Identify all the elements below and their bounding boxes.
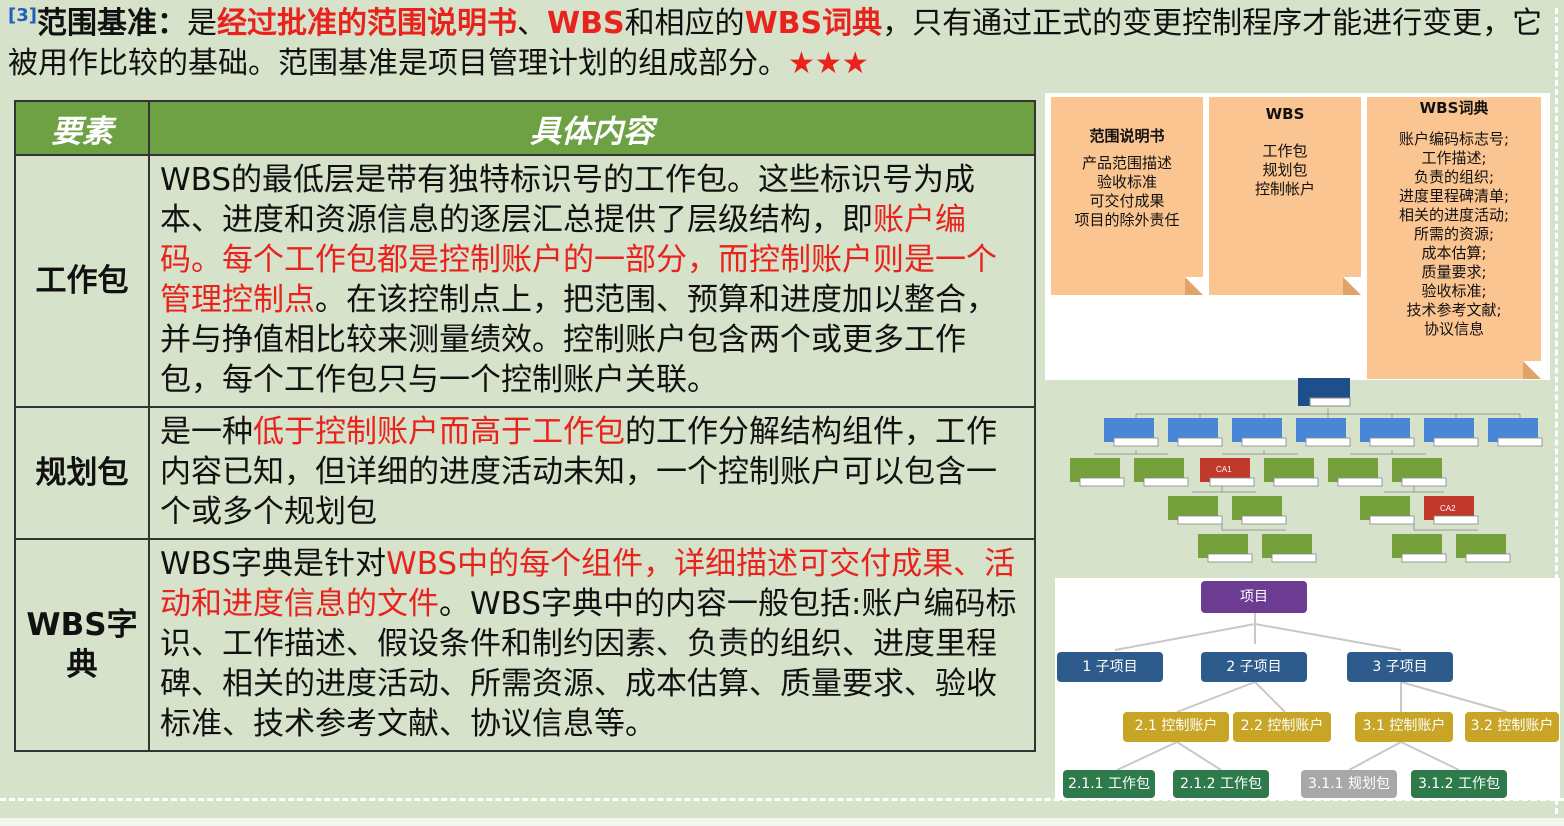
work-package-node: 2.1.2 工作包	[1173, 770, 1269, 798]
card-item: 技术参考文献;	[1406, 301, 1502, 319]
row-key: 规划包	[14, 406, 150, 540]
card-item: 进度里程碑清单;	[1398, 187, 1510, 205]
tree-root-node	[1298, 378, 1351, 407]
card-item: 负责的组织;	[1413, 168, 1495, 186]
card-item: 成本估算;	[1421, 244, 1487, 262]
content-text: WBS的最低层是带有独特标识号的工作包。这些标识号为成本、进度和资源信息的逐层汇…	[160, 162, 976, 238]
heading-highlight-3: WBS词典	[744, 6, 883, 41]
ca1-label: CA1	[1216, 465, 1232, 474]
wbs-tree-diagram: CA1 CA2	[1070, 378, 1543, 563]
content-text: WBS字典是针对	[160, 546, 387, 582]
card-title: 范围说明书	[1089, 127, 1165, 145]
card-item: 工作描述;	[1421, 149, 1487, 167]
card-item: 所需的资源;	[1413, 225, 1495, 243]
control-account-node: 2.1 控制账户	[1123, 712, 1229, 742]
card-item: 验收标准	[1096, 173, 1157, 191]
card-item: 项目的除外责任	[1074, 211, 1180, 229]
column-header-element: 要素	[14, 100, 150, 156]
bottom-strip	[0, 818, 1564, 826]
work-package-node: 2.1.1 工作包	[1063, 770, 1155, 798]
hierarchy-connectors	[1114, 612, 1508, 771]
scope-baseline-heading: [3]范围基准：是经过批准的范围说明书、WBS和相应的WBS词典，只有通过正式的…	[8, 4, 1548, 84]
ca2-label: CA2	[1440, 504, 1456, 513]
project-node: 项目	[1201, 581, 1307, 613]
table-row: 工作包 WBS的最低层是带有独特标识号的工作包。这些标识号为成本、进度和资源信息…	[14, 154, 1036, 408]
wbs-card: WBS 工作包 规划包 控制帐户	[1209, 97, 1361, 295]
reference-marker: [3]	[8, 5, 37, 26]
control-account-node: 3.2 控制账户	[1465, 712, 1559, 742]
scope-baseline-components-image: 范围说明书 产品范围描述 验收标准 可交付成果 项目的除外责任 WBS 工作包 …	[1045, 93, 1550, 380]
control-account-node-1: CA1	[1200, 458, 1255, 487]
control-account-node: 3.1 控制账户	[1355, 712, 1453, 742]
card-item: 质量要求;	[1421, 263, 1487, 281]
work-package-node: 3.1.2 工作包	[1411, 770, 1507, 798]
card-item: 产品范围描述	[1081, 154, 1172, 172]
subproject-node: 1 子项目	[1057, 652, 1163, 682]
row-content: WBS的最低层是带有独特标识号的工作包。这些标识号为成本、进度和资源信息的逐层汇…	[148, 154, 1036, 408]
card-title: WBS	[1265, 105, 1305, 123]
page-fold-icon	[1185, 277, 1203, 295]
card-item: 可交付成果	[1089, 192, 1165, 210]
row-key: 工作包	[14, 154, 150, 408]
card-item: 相关的进度活动;	[1398, 206, 1510, 224]
row-content: WBS字典是针对WBS中的每个组件，详细描述可交付成果、活动和进度信息的文件。W…	[148, 538, 1036, 752]
card-item: 规划包	[1262, 161, 1308, 179]
content-text: 是一种	[160, 414, 253, 450]
heading-text-3: 和相应的	[624, 6, 745, 41]
row-content: 是一种低于控制账户而高于工作包的工作分解结构组件，工作内容已知，但详细的进度活动…	[148, 406, 1036, 540]
wbs-dictionary-card: WBS词典 账户编码标志号; 工作描述; 负责的组织; 进度里程碑清单; 相关的…	[1367, 97, 1541, 379]
control-account-node: 2.2 控制账户	[1233, 712, 1331, 742]
subproject-node: 2 子项目	[1201, 652, 1307, 682]
page-fold-icon	[1343, 277, 1361, 295]
project-hierarchy-diagram: 项目 1 子项目 2 子项目 3 子项目 2.1 控制账户 2.2 控制账户 3…	[1055, 578, 1560, 800]
heading-highlight-2: WBS	[546, 6, 625, 41]
card-title: WBS词典	[1419, 99, 1489, 117]
subproject-node: 3 子项目	[1347, 652, 1453, 682]
heading-text-2: 、	[516, 6, 547, 41]
card-item: 工作包	[1262, 142, 1308, 160]
table-header-row: 要素 具体内容	[14, 100, 1036, 156]
card-item: 协议信息	[1423, 320, 1484, 338]
row-key: WBS字典	[14, 538, 150, 752]
card-item: 验收标准;	[1421, 282, 1487, 300]
heading-text-1: 是	[186, 6, 217, 41]
scope-statement-card: 范围说明书 产品范围描述 验收标准 可交付成果 项目的除外责任	[1051, 97, 1203, 295]
planning-package-node: 3.1.1 规划包	[1301, 770, 1397, 798]
row-key-text: WBS字典	[26, 607, 138, 683]
table-row: WBS字典 WBS字典是针对WBS中的每个组件，详细描述可交付成果、活动和进度信…	[14, 538, 1036, 752]
term-label: 范围基准：	[36, 6, 187, 41]
control-account-node-2: CA2	[1424, 496, 1479, 525]
page-fold-icon	[1523, 361, 1541, 379]
card-item: 账户编码标志号;	[1398, 130, 1510, 148]
table-row: 规划包 是一种低于控制账户而高于工作包的工作分解结构组件，工作内容已知，但详细的…	[14, 406, 1036, 540]
elements-table: 要素 具体内容 工作包 WBS的最低层是带有独特标识号的工作包。这些标识号为成本…	[14, 100, 1036, 752]
card-item: 控制帐户	[1254, 180, 1315, 198]
content-highlight: 低于控制账户而高于工作包	[253, 414, 625, 450]
column-header-content: 具体内容	[148, 100, 1036, 156]
importance-stars: ★★★	[788, 46, 869, 81]
heading-highlight-1: 经过批准的范围说明书	[216, 6, 517, 41]
